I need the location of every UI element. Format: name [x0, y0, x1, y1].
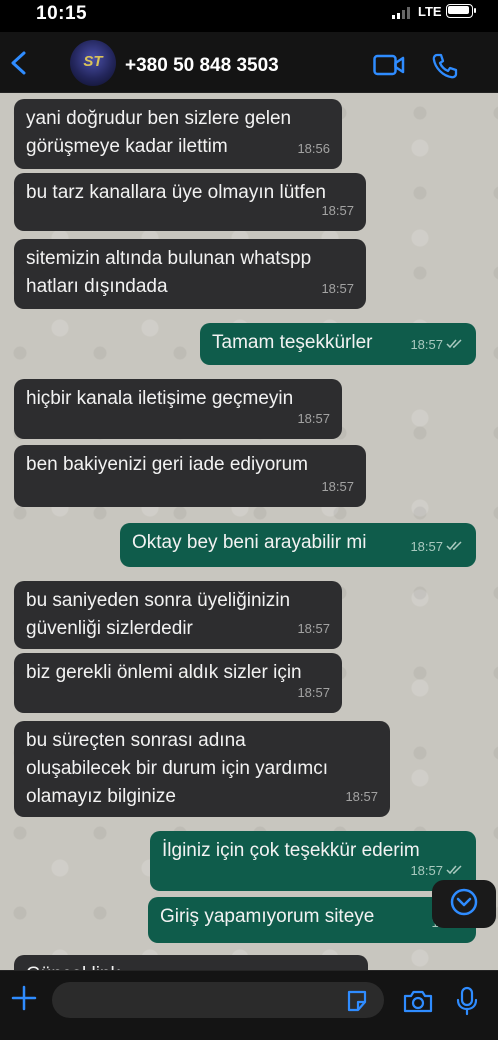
message-time: 18:57	[321, 281, 354, 296]
double-check-icon	[446, 541, 464, 551]
battery-icon	[446, 4, 476, 18]
avatar[interactable]: ST	[70, 40, 116, 86]
message-text: bu süreçten sonrası adına oluşabilecek b…	[26, 730, 329, 807]
status-bar: 10:15 LTE	[0, 0, 498, 32]
message-text: yani doğrudur ben sizlere gelen görüşmey…	[26, 108, 292, 157]
phone-icon[interactable]	[431, 52, 459, 85]
message-time: 18:57	[410, 337, 443, 352]
double-check-icon	[446, 339, 464, 349]
video-camera-icon[interactable]	[373, 54, 405, 81]
avatar-logo: ST	[83, 53, 103, 70]
status-time: 10:15	[36, 3, 88, 24]
message-bubble[interactable]: İlginiz için çok teşekkür ederim 18:57	[150, 831, 476, 891]
message-meta: 18:57	[410, 533, 464, 561]
message-time: 18:57	[297, 411, 330, 426]
message-time: 18:57	[321, 203, 354, 218]
scroll-to-bottom-button[interactable]	[432, 880, 496, 928]
message-input[interactable]	[52, 982, 384, 1018]
composer-bar	[0, 970, 498, 1040]
microphone-icon[interactable]	[456, 986, 478, 1021]
message-bubble[interactable]: yani doğrudur ben sizlere gelen görüşmey…	[14, 99, 342, 169]
message-bubble[interactable]: bu saniyeden sonra üyeliğinizin güvenliğ…	[14, 581, 342, 649]
chat-area[interactable]: yani doğrudur ben sizlere gelen görüşmey…	[0, 93, 498, 970]
message-bubble[interactable]: sitemizin altında bulunan whatspp hatlar…	[14, 239, 366, 309]
message-time: 18:56	[297, 141, 330, 156]
message-text: bu tarz kanallara üye olmayın lütfen	[26, 182, 326, 203]
message-bubble[interactable]: Tamam teşekkürler 18:57	[200, 323, 476, 365]
message-bubble[interactable]: Güncel link	[14, 955, 368, 970]
message-bubble[interactable]: ben bakiyenizi geri iade ediyorum 18:57	[14, 445, 366, 507]
message-bubble[interactable]: bu süreçten sonrası adına oluşabilecek b…	[14, 721, 390, 817]
plus-icon[interactable]	[11, 985, 37, 1016]
chevron-left-icon[interactable]	[8, 50, 30, 76]
message-text: bu saniyeden sonra üyeliğinizin güvenliğ…	[26, 590, 291, 639]
double-check-icon	[446, 865, 464, 875]
message-bubble[interactable]: bu tarz kanallara üye olmayın lütfen 18:…	[14, 173, 366, 231]
message-time: 18:57	[410, 863, 443, 878]
message-time: 18:57	[297, 621, 330, 636]
message-text: ben bakiyenizi geri iade ediyorum	[26, 454, 308, 475]
message-bubble[interactable]: hiçbir kanala iletişime geçmeyin 18:57	[14, 379, 342, 439]
message-time: 18:57	[297, 685, 330, 700]
message-bubble[interactable]: Giriş yapamıyorum siteye 19:00	[148, 897, 476, 943]
chat-header: ST +380 50 848 3503	[0, 32, 498, 93]
message-bubble[interactable]: Oktay bey beni arayabilir mi 18:57	[120, 523, 476, 567]
message-text: hiçbir kanala iletişime geçmeyin	[26, 388, 294, 409]
message-time: 18:57	[345, 789, 378, 804]
sticker-icon[interactable]	[345, 989, 369, 1018]
contact-name[interactable]: +380 50 848 3503	[125, 55, 279, 77]
network-type: LTE	[418, 4, 442, 19]
message-bubble[interactable]: biz gerekli önlemi aldık sizler için 18:…	[14, 653, 342, 713]
message-meta: 18:57	[410, 331, 464, 359]
message-time: 18:57	[410, 539, 443, 554]
camera-icon[interactable]	[403, 989, 433, 1018]
chevron-down-circle-icon	[449, 887, 479, 922]
signal-icon	[392, 7, 410, 19]
message-text: Giriş yapamıyorum siteye	[160, 906, 375, 927]
message-text: Güncel link	[26, 961, 356, 970]
message-time: 18:57	[321, 479, 354, 494]
message-text: biz gerekli önlemi aldık sizler için	[26, 662, 302, 683]
message-text: sitemizin altında bulunan whatspp hatlar…	[26, 248, 312, 297]
